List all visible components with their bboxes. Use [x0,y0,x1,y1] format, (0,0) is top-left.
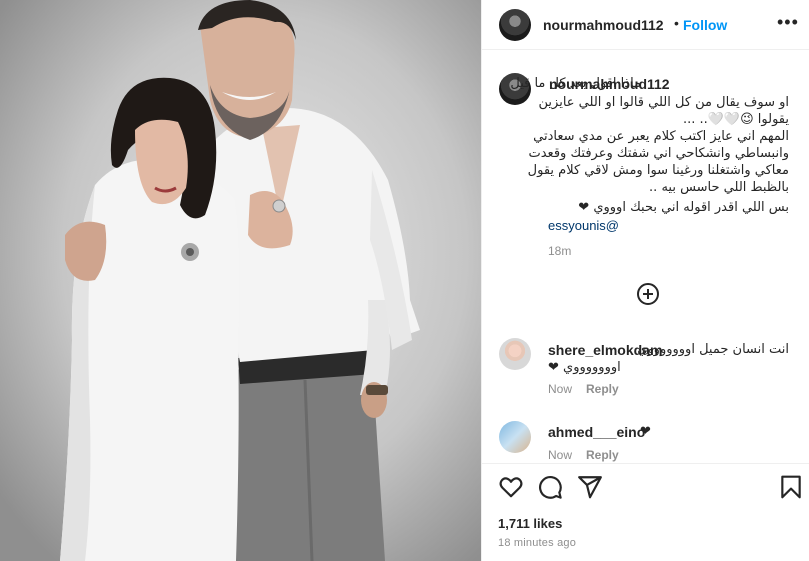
comment-text-continued: اوووووووي ❤ [548,360,621,375]
action-bar: 1,711 likes 18 minutes ago [482,463,809,561]
plus-circle-icon[interactable] [637,283,659,305]
mention-link[interactable]: essyounis@ [548,218,619,233]
comment-text: ❤ [640,424,651,439]
post-side-panel: nourmahmoud112 • Follow ••• nourmahmoud1… [481,0,809,561]
comment-meta: Now Reply [548,382,619,396]
share-icon[interactable] [577,474,603,500]
comment-username[interactable]: ahmed___eino [548,424,645,440]
caption-line: بالظبط اللي حاسس بيه .. [649,180,789,195]
more-options-icon[interactable]: ••• [777,12,799,33]
caption-line: يقولوا 😉🤍🤍.. ... [682,112,789,127]
caption-line: وانبساطي وانشكاحي اني شفتك وعرفتك وقعدت [528,146,790,161]
caption-timestamp[interactable]: 18m [548,244,571,258]
reply-button[interactable]: Reply [586,448,619,462]
post-photo [0,0,481,561]
caption-line: معاكي واشتغلنا ورغينا سوا ومش لاقي كلام … [527,163,789,178]
save-icon[interactable] [778,474,804,500]
commenter-avatar[interactable] [499,338,531,370]
caption-line: بس اللي اقدر اقوله اني بحبك اوووي ❤ [578,200,789,215]
separator-dot: • [674,15,679,31]
post-header: nourmahmoud112 • Follow ••• [482,0,809,50]
author-avatar[interactable] [499,9,531,41]
like-count[interactable]: 1,711 likes [498,516,562,531]
comment-meta: Now Reply [548,448,619,462]
follow-button[interactable]: Follow [683,17,727,33]
commenter-avatar[interactable] [499,421,531,453]
comment-text: انت انسان جميل اوووووووي [637,342,789,357]
comment-time[interactable]: Now [548,448,572,462]
caption-line: المهم اني عايز اكتب كلام يعبر عن مدي سعا… [533,129,789,144]
post-timestamp[interactable]: 18 minutes ago [498,537,576,549]
reply-button[interactable]: Reply [586,382,619,396]
photo-illustration [0,0,481,561]
heart-icon[interactable] [498,474,524,500]
caption-line: ماذا اقول بعد كل ما قيل [510,76,641,91]
caption-line: او سوف يقال من كل اللي قالوا او اللي عاي… [538,95,789,110]
comment-time[interactable]: Now [548,382,572,396]
comment-icon[interactable] [537,474,563,500]
author-username[interactable]: nourmahmoud112 [543,17,664,33]
